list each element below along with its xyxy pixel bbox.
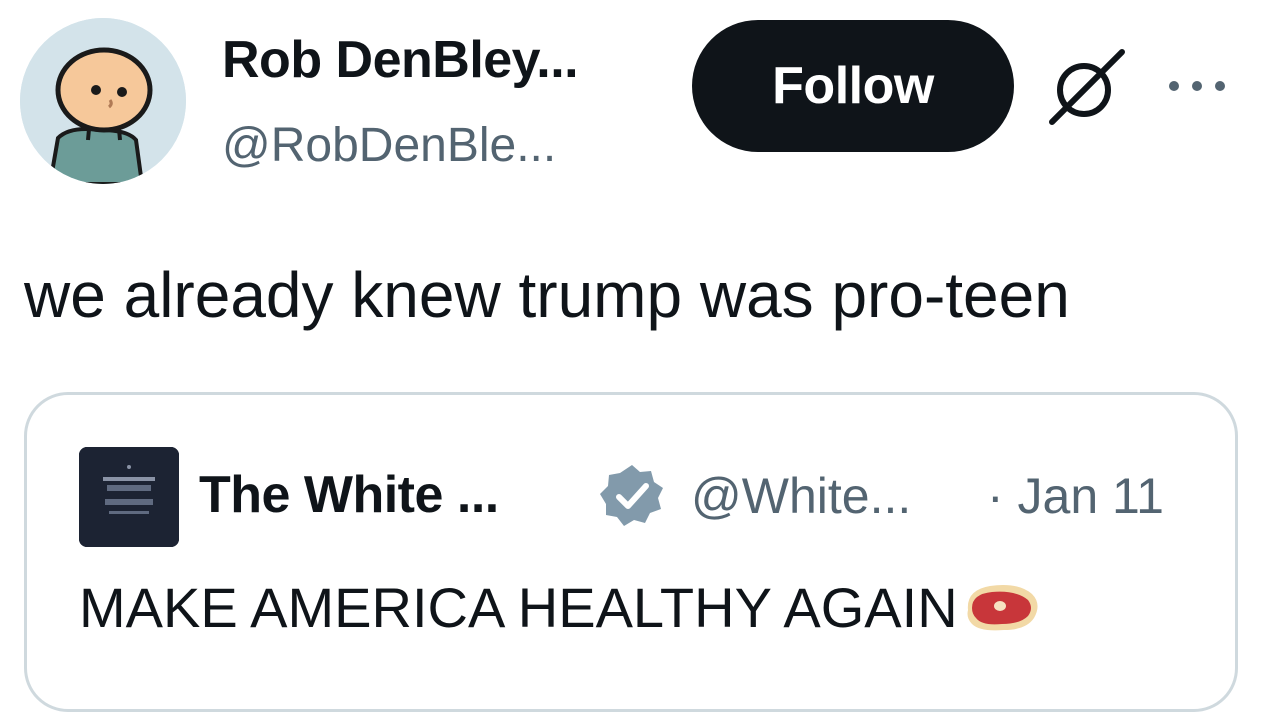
- author-display-name[interactable]: Rob DenBley...: [222, 30, 579, 90]
- quoted-tweet-text-content: MAKE AMERICA HEALTHY AGAIN: [79, 576, 958, 639]
- quoted-display-name[interactable]: The White ...: [199, 465, 499, 525]
- tweet-text: we already knew trump was pro-teen: [24, 259, 1070, 331]
- author-avatar[interactable]: [20, 18, 186, 184]
- more-icon[interactable]: [1160, 64, 1234, 108]
- cartoon-person-avatar-icon: [20, 18, 186, 184]
- quoted-author-avatar[interactable]: [79, 447, 179, 547]
- follow-button[interactable]: Follow: [692, 20, 1014, 152]
- quoted-tweet-text: MAKE AMERICA HEALTHY AGAIN: [79, 575, 1044, 644]
- author-handle[interactable]: @RobDenBle...: [222, 118, 556, 173]
- grok-icon[interactable]: [1044, 44, 1130, 130]
- white-house-logo-icon: [79, 447, 179, 547]
- steak-icon: [960, 576, 1044, 640]
- quoted-date[interactable]: · Jan 11: [987, 467, 1164, 525]
- quoted-handle[interactable]: @White...: [691, 467, 911, 525]
- quoted-tweet-card[interactable]: The White ... @White... · Jan 11 MAKE AM…: [24, 392, 1238, 712]
- verified-badge-icon: [597, 461, 667, 531]
